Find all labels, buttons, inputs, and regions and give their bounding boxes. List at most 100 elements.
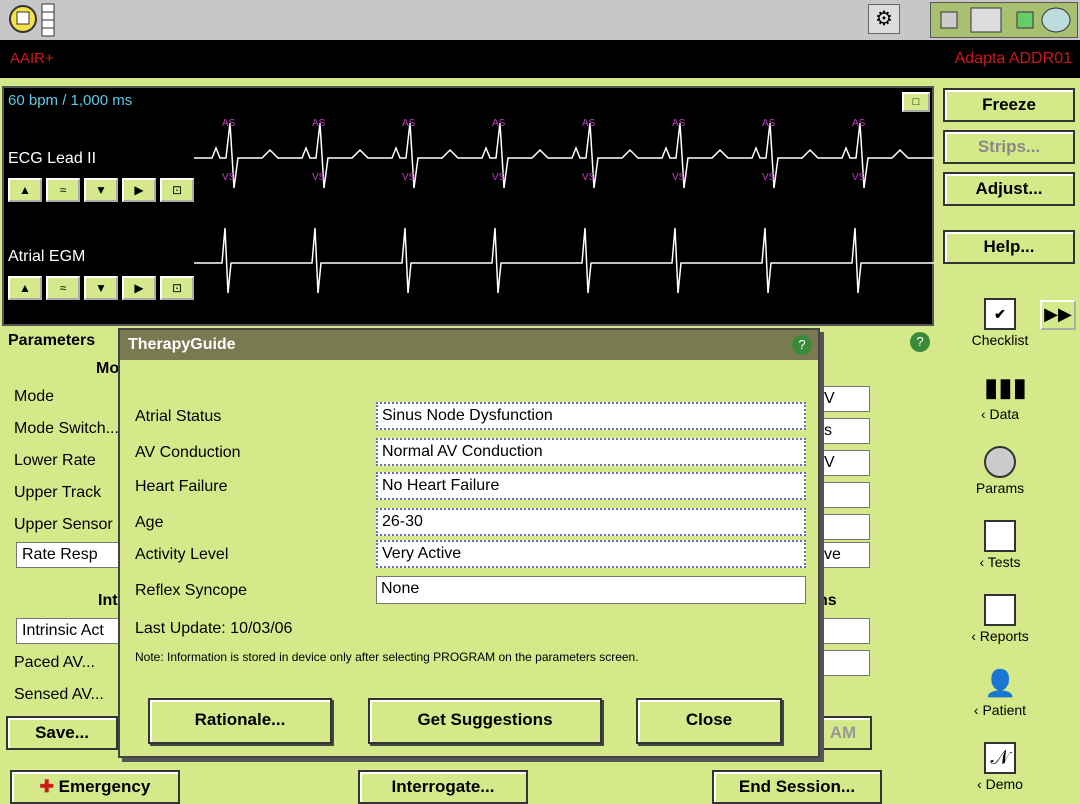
scale-down-button[interactable]: ▼ xyxy=(84,276,118,300)
last-update: Last Update: 10/03/06 xyxy=(135,620,293,637)
vs-marker: VS xyxy=(492,172,506,183)
next-button[interactable]: ▶ xyxy=(122,276,156,300)
field-label: Atrial Status xyxy=(135,408,222,425)
rate-response-field[interactable]: Rate Resp xyxy=(16,542,126,568)
tools-icon[interactable]: ⚙ xyxy=(868,4,900,34)
column-heading: Mo xyxy=(96,360,120,377)
nav-patient[interactable]: 👤 ‹ Patient xyxy=(950,668,1050,718)
nav-label: Params xyxy=(975,480,1025,496)
adjust-button[interactable]: Adjust... xyxy=(943,172,1075,206)
waveform-icon[interactable]: ⊡ xyxy=(160,276,194,300)
emergency-button[interactable]: ✚ Emergency xyxy=(10,770,180,804)
nav-params[interactable]: Params xyxy=(950,446,1050,496)
param-value[interactable] xyxy=(818,618,870,644)
field-label: Heart Failure xyxy=(135,478,228,495)
param-paced-av[interactable]: Paced AV... xyxy=(14,654,95,672)
field-label: Age xyxy=(135,514,164,531)
param-lower-rate[interactable]: Lower Rate xyxy=(14,452,96,470)
vs-marker: VS xyxy=(852,172,866,183)
activity-level-field[interactable]: Very Active xyxy=(376,540,806,568)
top-toolbar: ⚙ xyxy=(0,0,1080,40)
waveform-icon[interactable]: ⊡ xyxy=(160,178,194,202)
param-value[interactable]: V xyxy=(818,450,870,476)
help-button[interactable]: Help... xyxy=(943,230,1075,264)
field-label: Reflex Syncope xyxy=(135,582,248,599)
help-icon[interactable]: ? xyxy=(910,332,930,352)
next-button[interactable]: ▶ xyxy=(122,178,156,202)
param-value[interactable] xyxy=(818,514,870,540)
ecg-waveform: AS VS AS VS AS VS AS VS AS VS AS VS AS VS AS VS xyxy=(194,118,934,294)
vs-marker: VS xyxy=(672,172,686,183)
egm-controls: ▲ ≈ ▼ ▶ ⊡ xyxy=(8,276,194,300)
ecg-lead-label: ECG Lead II xyxy=(8,150,97,167)
person-icon: 👤 xyxy=(984,668,1017,698)
param-upper-track[interactable]: Upper Track xyxy=(14,484,101,502)
param-sensed-av[interactable]: Sensed AV... xyxy=(14,686,104,704)
rationale-button[interactable]: Rationale... xyxy=(148,698,332,744)
device-name: Adapta ADDR01 xyxy=(954,50,1072,67)
filter-button[interactable]: ≈ xyxy=(46,276,80,300)
param-value[interactable]: s xyxy=(818,418,870,444)
bar-chart-icon: ▮▮▮ xyxy=(984,372,1027,402)
interrogate-button[interactable]: Interrogate... xyxy=(358,770,528,804)
egm-trace xyxy=(194,227,934,294)
freeze-button[interactable]: Freeze xyxy=(943,88,1075,122)
vs-marker: VS xyxy=(222,172,236,183)
heart-failure-field[interactable]: No Heart Failure xyxy=(376,472,806,500)
param-mode-switch[interactable]: Mode Switch... xyxy=(14,420,119,438)
device-header: AAIR+ Adapta ADDR01 xyxy=(0,40,1080,78)
age-field[interactable]: 26-30 xyxy=(376,508,806,536)
end-session-button[interactable]: End Session... xyxy=(712,770,882,804)
ecg-panel: 60 bpm / 1,000 ms □ ECG Lead II ▲ ≈ ▼ ▶ … xyxy=(2,86,934,326)
save-button[interactable]: Save... xyxy=(6,716,118,750)
param-value[interactable]: ve xyxy=(818,542,870,568)
nav-data[interactable]: ▮▮▮ ‹ Data xyxy=(950,372,1050,422)
filter-button[interactable]: ≈ xyxy=(46,178,80,202)
nav-demo[interactable]: 𝒩 ‹ Demo xyxy=(950,742,1050,792)
intrinsic-field[interactable]: Intrinsic Act xyxy=(16,618,126,644)
dialog-title: TherapyGuide xyxy=(128,336,236,353)
scale-up-button[interactable]: ▲ xyxy=(8,178,42,202)
as-marker: AS xyxy=(402,118,416,129)
param-value[interactable] xyxy=(818,650,870,676)
demo-icon: 𝒩 xyxy=(984,742,1016,774)
programmer-logo-icon xyxy=(9,3,55,37)
as-marker: AS xyxy=(762,118,776,129)
nav-tests[interactable]: ‹ Tests xyxy=(950,520,1050,570)
vs-marker: VS xyxy=(312,172,326,183)
scale-down-button[interactable]: ▼ xyxy=(84,178,118,202)
nav-label: ‹ Reports xyxy=(971,628,1029,644)
reflex-syncope-field[interactable]: None xyxy=(376,576,806,604)
close-button[interactable]: Close xyxy=(636,698,782,744)
nav-reports[interactable]: ‹ Reports xyxy=(950,594,1050,644)
device-icon xyxy=(984,446,1016,478)
ecg-lead-controls: ▲ ≈ ▼ ▶ ⊡ xyxy=(8,178,194,202)
nav-checklist[interactable]: ✔ Checklist xyxy=(950,298,1050,348)
param-upper-sensor[interactable]: Upper Sensor xyxy=(14,516,113,534)
view-switch[interactable] xyxy=(930,2,1078,38)
emergency-label: Emergency xyxy=(58,777,151,796)
field-label: AV Conduction xyxy=(135,444,241,461)
param-value[interactable] xyxy=(818,482,870,508)
maximize-button[interactable]: □ xyxy=(902,92,930,112)
help-icon[interactable]: ? xyxy=(792,335,812,355)
nav-label: Checklist xyxy=(971,332,1029,348)
vs-marker: VS xyxy=(402,172,416,183)
get-suggestions-button[interactable]: Get Suggestions xyxy=(368,698,602,744)
atrial-status-field[interactable]: Sinus Node Dysfunction xyxy=(376,402,806,430)
pacing-mode: AAIR+ xyxy=(10,50,54,67)
vs-marker: VS xyxy=(762,172,776,183)
column-heading: ns xyxy=(818,592,837,609)
dialog-titlebar: TherapyGuide xyxy=(120,330,818,360)
program-button[interactable]: AM xyxy=(814,716,872,750)
parameters-title: Parameters xyxy=(8,332,96,349)
param-mode[interactable]: Mode xyxy=(14,388,54,406)
nav-label: ‹ Demo xyxy=(977,776,1023,792)
av-conduction-field[interactable]: Normal AV Conduction xyxy=(376,438,806,466)
scale-up-button[interactable]: ▲ xyxy=(8,276,42,300)
strips-button[interactable]: Strips... xyxy=(943,130,1075,164)
report-icon xyxy=(984,594,1016,626)
param-value[interactable]: V xyxy=(818,386,870,412)
as-marker: AS xyxy=(582,118,596,129)
vs-marker: VS xyxy=(582,172,596,183)
